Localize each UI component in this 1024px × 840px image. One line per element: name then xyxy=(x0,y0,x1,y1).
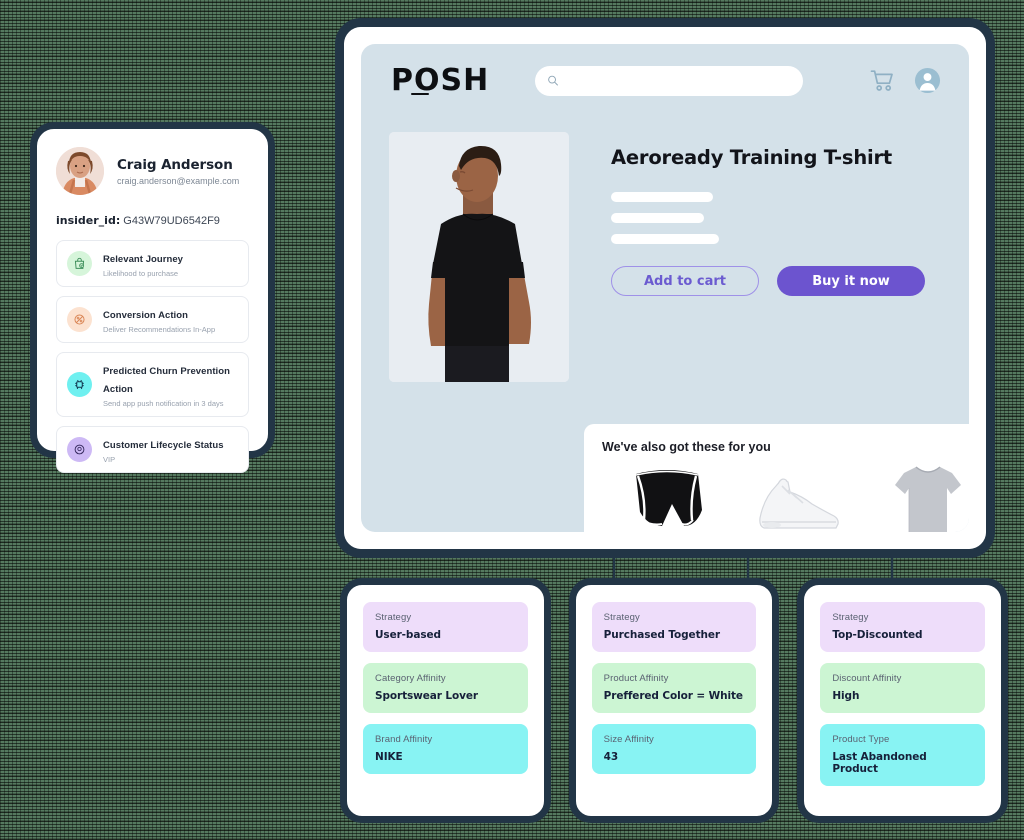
black-gym-shorts-icon xyxy=(635,470,703,526)
chip-strategy: Strategy Top-Discounted xyxy=(820,602,986,652)
attribute-item-relevant-journey[interactable]: Relevant Journey Likelihood to purchase xyxy=(56,240,249,287)
strategy-cards-row: Strategy User-based Category Affinity Sp… xyxy=(340,578,1009,823)
chip-size-affinity: Size Affinity 43 xyxy=(591,724,757,774)
description-placeholder-line xyxy=(611,234,719,244)
chip-product-type: Product Type Last Abandoned Product xyxy=(820,724,986,786)
product-detail: Aeroready Training T-shirt Add to cart B… xyxy=(389,132,969,532)
profile-email: craig.anderson@example.com xyxy=(117,175,240,186)
strategy-card-user-based: Strategy User-based Category Affinity Sp… xyxy=(340,578,551,823)
chip-value: Last Abandoned Product xyxy=(832,751,927,775)
chip-category-affinity: Category Affinity Sportswear Lover xyxy=(363,663,528,713)
search-box[interactable] xyxy=(535,65,804,96)
attribute-item-lifecycle-status[interactable]: Customer Lifecycle Status VIP xyxy=(56,426,249,473)
attribute-text: Relevant Journey Likelihood to purchase xyxy=(103,249,183,278)
churn-alert-icon xyxy=(67,372,92,397)
attribute-text: Customer Lifecycle Status VIP xyxy=(103,435,224,464)
chip-value: Preffered Color = White xyxy=(603,690,743,702)
chip-value: NIKE xyxy=(375,751,403,763)
posh-logo-underline-mark xyxy=(411,92,429,95)
chip-strategy: Strategy Purchased Together xyxy=(591,602,757,652)
lifecycle-badge-icon xyxy=(67,437,92,462)
shopping-bag-icon xyxy=(67,251,92,276)
profile-identity: Craig Anderson craig.anderson@example.co… xyxy=(117,157,239,186)
chip-label: Strategy xyxy=(375,612,412,623)
attribute-subtitle: Send app push notification in 3 days xyxy=(103,399,224,408)
attribute-subtitle: Likelihood to purchase xyxy=(103,269,179,278)
chip-value: High xyxy=(832,690,860,702)
user-photo-avatar-icon xyxy=(56,147,104,195)
recommendation-image xyxy=(732,462,862,532)
product-info: Aeroready Training T-shirt Add to cart B… xyxy=(611,146,941,296)
strategy-card-purchased-together: Strategy Purchased Together Product Affi… xyxy=(568,578,780,823)
browser-viewport: POSH Aeroready Training T-shirt Add to c… xyxy=(344,27,986,549)
description-placeholder-line xyxy=(611,213,704,223)
attribute-subtitle: VIP xyxy=(103,455,116,464)
chip-label: Brand Affinity xyxy=(375,734,433,745)
chip-value: 43 xyxy=(603,751,619,763)
product-cta-row: Add to cart Buy it now xyxy=(611,266,941,296)
chip-value: User-based xyxy=(375,629,441,641)
attribute-title: Predicted Churn Prevention Action xyxy=(103,366,230,395)
attribute-title: Conversion Action xyxy=(103,310,188,321)
add-to-cart-button[interactable]: Add to cart xyxy=(611,266,759,296)
chip-label: Strategy xyxy=(832,612,869,623)
shopping-cart-icon[interactable] xyxy=(870,69,896,93)
product-photo xyxy=(389,132,569,382)
strategy-card-top-discounted: Strategy Top-Discounted Discount Affinit… xyxy=(797,578,1009,823)
header-icons xyxy=(870,67,941,94)
no-discount-icon xyxy=(67,307,92,332)
chip-value: Top-Discounted xyxy=(832,629,923,641)
chip-product-affinity: Product Affinity Preffered Color = White xyxy=(591,663,757,713)
recommendations-grid: Gym Shorts $75.00 7% off Add to Cart xyxy=(602,462,969,532)
chip-value: Purchased Together xyxy=(603,629,720,641)
buy-it-now-button[interactable]: Buy it now xyxy=(777,266,925,296)
chip-strategy: Strategy User-based xyxy=(363,602,528,652)
recommendation-image xyxy=(602,462,732,532)
recommendation-image xyxy=(863,462,969,532)
avatar xyxy=(56,147,104,195)
recommendation-card[interactable]: Dry Fit T-Shirt $57.99 59% off Add to Ca… xyxy=(863,462,969,532)
recommendations-heading: We've also got these for you xyxy=(602,440,771,454)
profile-attributes-list: Relevant Journey Likelihood to purchase … xyxy=(56,240,249,473)
male-model-black-tshirt-image xyxy=(389,132,569,382)
attribute-text: Conversion Action Deliver Recommendation… xyxy=(103,305,215,334)
chip-label: Product Type xyxy=(832,734,890,745)
customer-profile-card: Craig Anderson craig.anderson@example.co… xyxy=(30,122,275,473)
chip-label: Category Affinity xyxy=(375,673,446,684)
chip-label: Discount Affinity xyxy=(832,673,902,684)
recommendation-card[interactable]: AIR Sports Shoes $197.85 12% off Add to … xyxy=(732,462,862,532)
browser-window: POSH Aeroready Training T-shirt Add to c… xyxy=(335,18,995,558)
attribute-title: Customer Lifecycle Status xyxy=(103,440,224,451)
recommendations-panel: We've also got these for you xyxy=(584,424,969,532)
insider-id-label: insider_id: xyxy=(56,214,121,227)
attribute-subtitle: Deliver Recommendations In-App xyxy=(103,325,216,334)
chip-label: Product Affinity xyxy=(603,673,669,684)
attribute-item-conversion-action[interactable]: Conversion Action Deliver Recommendation… xyxy=(56,296,249,343)
grey-dry-fit-tshirt-icon xyxy=(894,466,961,532)
profile-header: Craig Anderson craig.anderson@example.co… xyxy=(56,147,249,195)
chip-label: Strategy xyxy=(603,612,640,623)
chip-discount-affinity: Discount Affinity High xyxy=(820,663,986,713)
attribute-item-churn-prevention[interactable]: Predicted Churn Prevention Action Send a… xyxy=(56,352,249,417)
attribute-title: Relevant Journey xyxy=(103,254,183,265)
posh-logo[interactable]: POSH xyxy=(391,63,489,98)
profile-name: Craig Anderson xyxy=(117,156,233,173)
posh-logo-text: POSH xyxy=(391,63,490,98)
insider-id-row: insider_id: G43W79UD6542F9 xyxy=(56,214,249,227)
site-header: POSH xyxy=(361,44,969,117)
chip-brand-affinity: Brand Affinity NIKE xyxy=(363,724,528,774)
recommendation-card[interactable]: Gym Shorts $75.00 7% off Add to Cart xyxy=(602,462,732,532)
white-sports-sneaker-icon xyxy=(759,478,840,529)
attribute-text: Predicted Churn Prevention Action Send a… xyxy=(103,361,238,408)
chip-value: Sportswear Lover xyxy=(375,690,478,702)
search-input[interactable] xyxy=(567,74,792,87)
canvas: POSH Aeroready Training T-shirt Add to c… xyxy=(0,0,1024,840)
search-icon xyxy=(548,75,559,86)
insider-id-value: G43W79UD6542F9 xyxy=(123,215,220,227)
posh-storefront: POSH Aeroready Training T-shirt Add to c… xyxy=(361,44,969,532)
description-placeholder-line xyxy=(611,192,713,202)
chip-label: Size Affinity xyxy=(603,734,654,745)
user-account-icon[interactable] xyxy=(914,67,941,94)
product-title: Aeroready Training T-shirt xyxy=(611,146,893,169)
